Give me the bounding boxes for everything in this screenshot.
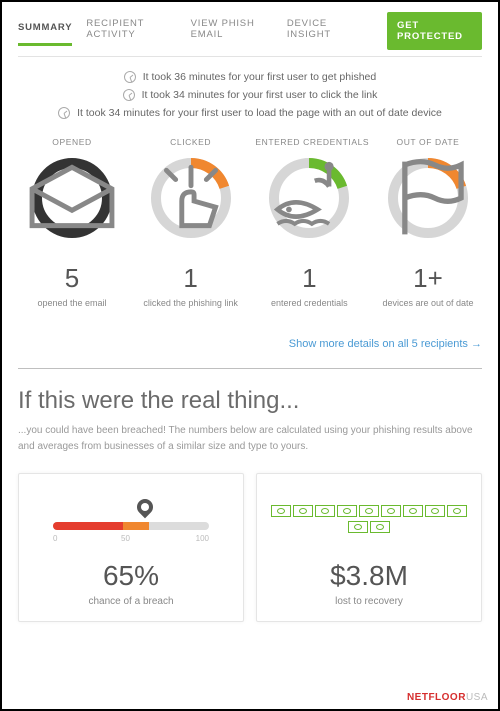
phishing-icon xyxy=(266,155,352,241)
money-icon xyxy=(267,492,471,546)
donut-opened xyxy=(29,155,115,241)
pin-icon xyxy=(134,496,157,519)
tab-view-phish-email[interactable]: VIEW PHISH EMAIL xyxy=(191,18,273,50)
clock-icon xyxy=(124,71,136,83)
cards-row: 050100 65% chance of a breach $3.8M lost… xyxy=(18,473,482,622)
stat-value: 1 xyxy=(255,263,363,294)
card-cost: $3.8M lost to recovery xyxy=(256,473,482,622)
stat-sub: clicked the phishing link xyxy=(137,298,245,308)
card-sub: chance of a breach xyxy=(29,596,233,607)
flag-icon xyxy=(385,155,471,241)
card-value: 65% xyxy=(29,560,233,592)
tab-recipient-activity[interactable]: RECIPIENT ACTIVITY xyxy=(86,18,176,50)
donut-clicked xyxy=(148,155,234,241)
stat-value: 5 xyxy=(18,263,126,294)
bullet-text: It took 34 minutes for your first user t… xyxy=(77,107,442,119)
headline: If this were the real thing... xyxy=(18,387,482,415)
show-more-row: Show more details on all 5 recipients → xyxy=(18,334,482,352)
click-icon xyxy=(148,155,234,241)
stat-label: CLICKED xyxy=(137,137,245,147)
stat-sub: opened the email xyxy=(18,298,126,308)
stat-label: OUT OF DATE xyxy=(374,137,482,147)
clock-icon xyxy=(58,107,70,119)
envelope-icon xyxy=(29,155,115,241)
tabs-bar: SUMMARY RECIPIENT ACTIVITY VIEW PHISH EM… xyxy=(2,2,498,56)
blurb-text: ...you could have been breached! The num… xyxy=(18,423,482,455)
watermark-left: NETFLOOR xyxy=(407,692,466,703)
stat-sub: entered credentials xyxy=(255,298,363,308)
get-protected-button[interactable]: GET PROTECTED xyxy=(387,12,482,50)
stat-credentials: ENTERED CREDENTIALS 1 entered credential… xyxy=(255,137,363,308)
stats-row: OPENED 5 opened the email CLICKED 1 clic… xyxy=(18,137,482,308)
card-breach-chance: 050100 65% chance of a breach xyxy=(18,473,244,622)
stat-label: ENTERED CREDENTIALS xyxy=(255,137,363,147)
show-more-link[interactable]: Show more details on all 5 recipients → xyxy=(289,338,482,350)
card-value: $3.8M xyxy=(267,560,471,592)
donut-out-of-date xyxy=(385,155,471,241)
donut-credentials xyxy=(266,155,352,241)
stat-sub: devices are out of date xyxy=(374,298,482,308)
bullet-text: It took 36 minutes for your first user t… xyxy=(143,71,376,83)
card-sub: lost to recovery xyxy=(267,596,471,607)
bullet-text: It took 34 minutes for your first user t… xyxy=(142,89,378,101)
stat-opened: OPENED 5 opened the email xyxy=(18,137,126,308)
breach-gauge: 050100 xyxy=(29,492,233,546)
stat-label: OPENED xyxy=(18,137,126,147)
watermark-right: USA xyxy=(466,692,488,703)
stat-value: 1+ xyxy=(374,263,482,294)
stat-out-of-date: OUT OF DATE 1+ devices are out of date xyxy=(374,137,482,308)
stat-value: 1 xyxy=(137,263,245,294)
timing-bullets: It took 36 minutes for your first user t… xyxy=(18,71,482,119)
watermark: NETFLOORUSA xyxy=(407,692,488,703)
clock-icon xyxy=(123,89,135,101)
tab-summary[interactable]: SUMMARY xyxy=(18,22,72,46)
stat-clicked: CLICKED 1 clicked the phishing link xyxy=(137,137,245,308)
tab-device-insight[interactable]: DEVICE INSIGHT xyxy=(287,18,359,50)
